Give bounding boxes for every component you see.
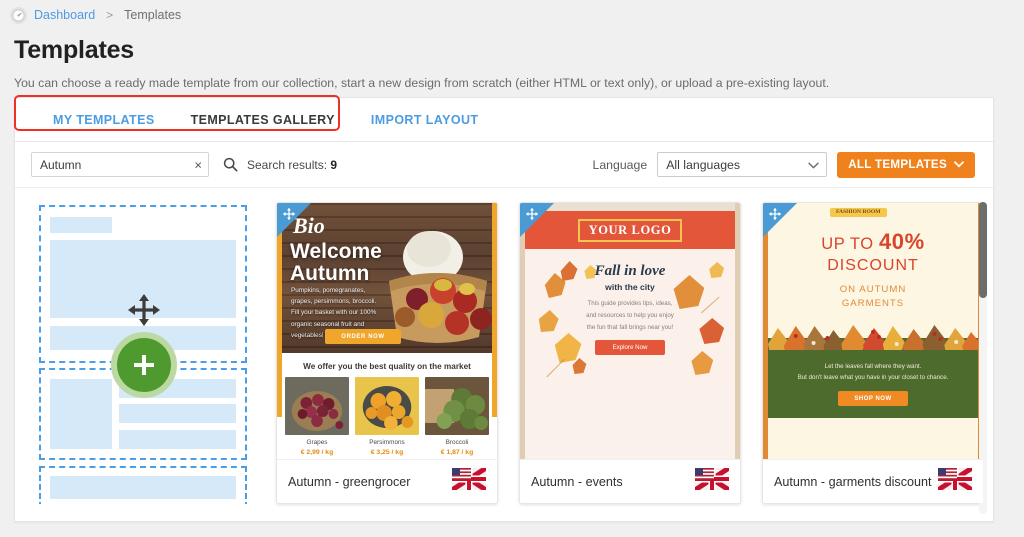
search-results-value: 9 bbox=[330, 157, 338, 172]
card-preview: FASHION ROOM UP TO 40% DISCOUNT ON AUTUM… bbox=[763, 203, 983, 461]
product-price: € 2,99 / kg bbox=[300, 449, 334, 456]
placeholder-block bbox=[50, 379, 112, 449]
page-title: Templates bbox=[14, 36, 135, 64]
search-results-count: Search results: 9 bbox=[247, 158, 337, 172]
leaves-decoration bbox=[768, 318, 981, 356]
dashboard-gauge-icon bbox=[10, 6, 27, 24]
clear-search-icon[interactable]: × bbox=[194, 158, 202, 171]
card-footer: Autumn - greengrocer bbox=[277, 459, 497, 503]
placeholder-block bbox=[50, 217, 112, 233]
product-price: € 1,87 / kg bbox=[440, 449, 474, 456]
card-preview: YOUR LOGO Fall in love with the city Thi… bbox=[520, 203, 740, 461]
product-photo bbox=[425, 377, 489, 435]
new-design-from-scratch-card[interactable] bbox=[33, 202, 255, 504]
language-select[interactable]: All languages bbox=[657, 152, 828, 177]
hero-subtitle: ON AUTUMN GARMENTS bbox=[839, 284, 907, 310]
breadcrumb-current: Templates bbox=[124, 8, 182, 22]
gallery-toolbar: × Search results: 9 Language All languag… bbox=[15, 142, 993, 188]
hero-cta-button: ORDER NOW bbox=[325, 329, 401, 344]
move-arrows-icon[interactable] bbox=[525, 207, 539, 226]
frame-right bbox=[492, 353, 497, 417]
hero-body: This guide provides tips, ideas, and res… bbox=[586, 300, 674, 331]
move-arrows-icon bbox=[126, 292, 162, 333]
breadcrumb: Dashboard > Templates bbox=[0, 0, 1024, 30]
toolbar-right: Language All languages ALL TEMPLATES bbox=[592, 151, 975, 178]
en-us-uk-flag-icon bbox=[693, 465, 731, 495]
message-line-1: Let the leaves fall where they want. bbox=[824, 362, 922, 370]
breadcrumb-dashboard-link[interactable]: Dashboard bbox=[34, 8, 95, 22]
search-input[interactable] bbox=[32, 153, 208, 176]
search-icon[interactable] bbox=[223, 157, 238, 172]
card-preview: Bio Welcome Autumn Pumpkins, pomegranate… bbox=[277, 203, 497, 461]
template-name: Autumn - events bbox=[531, 474, 623, 489]
email-body: FASHION ROOM UP TO 40% DISCOUNT ON AUTUM… bbox=[763, 203, 983, 461]
product-photo bbox=[285, 377, 349, 435]
shop-now-button: SHOP NOW bbox=[838, 391, 908, 407]
template-card-events[interactable]: YOUR LOGO Fall in love with the city Thi… bbox=[519, 202, 741, 504]
email-body: YOUR LOGO Fall in love with the city Thi… bbox=[520, 203, 740, 461]
product-label: Grapes bbox=[306, 439, 328, 446]
templates-panel: MY TEMPLATES TEMPLATES GALLERY IMPORT LA… bbox=[14, 97, 994, 522]
template-name: Autumn - garments discount bbox=[774, 474, 932, 489]
products-subheading: We offer you the best quality on the mar… bbox=[277, 353, 497, 377]
breadcrumb-separator: > bbox=[106, 8, 114, 22]
chevron-down-icon bbox=[954, 158, 964, 171]
hero-headline-2: DISCOUNT bbox=[827, 257, 919, 274]
template-card-garments-discount[interactable]: FASHION ROOM UP TO 40% DISCOUNT ON AUTUM… bbox=[762, 202, 984, 504]
tab-import-layout[interactable]: IMPORT LAYOUT bbox=[353, 113, 497, 127]
tab-my-templates[interactable]: MY TEMPLATES bbox=[35, 113, 173, 127]
fashion-room-logo: FASHION ROOM bbox=[830, 208, 887, 217]
products-row: Grapes € 2,99 / kg Persimmons € 3,25 / k… bbox=[277, 377, 497, 461]
product-item: Grapes € 2,99 / kg bbox=[285, 377, 349, 461]
tab-templates-gallery[interactable]: TEMPLATES GALLERY bbox=[173, 113, 353, 127]
card-footer: Autumn - events bbox=[520, 459, 740, 503]
product-item: Persimmons € 3,25 / kg bbox=[355, 377, 419, 461]
product-price: € 3,25 / kg bbox=[370, 449, 404, 456]
hero-cta-button: Explore Now bbox=[595, 340, 665, 356]
all-templates-button[interactable]: ALL TEMPLATES bbox=[837, 151, 975, 178]
chevron-down-icon bbox=[808, 158, 819, 172]
product-photo bbox=[355, 377, 419, 435]
placeholder-block bbox=[50, 476, 236, 499]
en-us-uk-flag-icon bbox=[450, 465, 488, 495]
hero-banner: Fall in love with the city This guide pr… bbox=[525, 249, 735, 389]
search-box[interactable]: × bbox=[31, 152, 209, 177]
search-results-label: Search results: bbox=[247, 157, 328, 172]
tab-bar: MY TEMPLATES TEMPLATES GALLERY IMPORT LA… bbox=[15, 98, 993, 142]
top-bar bbox=[525, 203, 735, 211]
placeholder-block bbox=[119, 404, 236, 423]
product-item: Broccoli € 1,87 / kg bbox=[425, 377, 489, 461]
en-us-uk-flag-icon bbox=[936, 465, 974, 495]
hero-headline: Welcome Autumn bbox=[290, 240, 382, 285]
message-band: Let the leaves fall where they want. But… bbox=[768, 349, 978, 419]
add-new-design-button[interactable] bbox=[111, 332, 177, 398]
template-gallery: Bio Welcome Autumn Pumpkins, pomegranate… bbox=[15, 188, 993, 521]
gallery-scrollbar-thumb[interactable] bbox=[979, 202, 987, 298]
template-card-greengrocer[interactable]: Bio Welcome Autumn Pumpkins, pomegranate… bbox=[276, 202, 498, 504]
your-logo: YOUR LOGO bbox=[577, 218, 683, 242]
template-name: Autumn - greengrocer bbox=[288, 474, 411, 489]
language-label: Language bbox=[592, 157, 648, 172]
all-templates-label: ALL TEMPLATES bbox=[848, 158, 947, 171]
card-footer: Autumn - garments discount bbox=[763, 459, 983, 503]
product-label: Broccoli bbox=[445, 439, 469, 446]
search-area: × Search results: 9 bbox=[31, 152, 337, 177]
language-selected-value: All languages bbox=[666, 157, 741, 172]
move-arrows-icon[interactable] bbox=[282, 207, 296, 226]
hero-headline: Fall in love bbox=[594, 263, 666, 279]
placeholder-block bbox=[119, 430, 236, 449]
page-description: You can choose a ready made template fro… bbox=[14, 76, 830, 90]
discount-value: 40% bbox=[878, 229, 925, 254]
plus-icon bbox=[134, 355, 154, 375]
logo-band: YOUR LOGO bbox=[525, 211, 735, 249]
product-label: Persimmons bbox=[369, 439, 405, 446]
move-arrows-icon[interactable] bbox=[768, 207, 782, 226]
frame-left bbox=[277, 353, 282, 417]
hero-subheadline: with the city bbox=[605, 282, 655, 292]
message-line-2: But don't leave what you have in your cl… bbox=[797, 373, 949, 381]
